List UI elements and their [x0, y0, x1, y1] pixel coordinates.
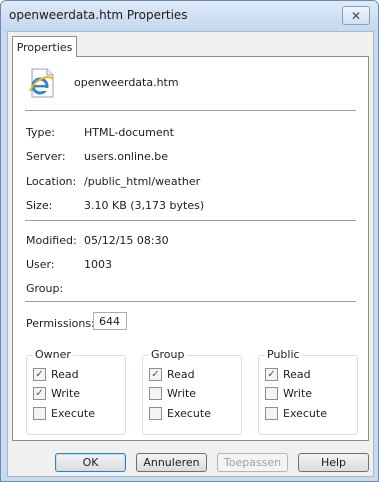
group-execute-checkbox[interactable]: Execute	[149, 407, 211, 420]
help-button[interactable]: Help	[298, 453, 369, 472]
owner-group-title: Owner	[33, 348, 73, 361]
checkbox-checked-icon: ✓	[149, 368, 162, 381]
size-label: Size:	[26, 199, 53, 212]
ok-label: OK	[82, 456, 99, 469]
owner-write-label: Write	[51, 387, 81, 400]
owner-execute-checkbox[interactable]: Execute	[33, 407, 95, 420]
help-label: Help	[320, 456, 347, 469]
checkbox-checked-icon: ✓	[265, 368, 278, 381]
user-value: 1003	[84, 258, 112, 271]
owner-group: Owner ✓ Read ✓ Write Execute	[26, 348, 126, 435]
permissions-value: 644	[99, 314, 120, 328]
tab-label: Properties	[16, 40, 73, 54]
size-value: 3.10 KB (3,173 bytes)	[84, 199, 205, 212]
checkbox-checked-icon: ✓	[33, 368, 46, 381]
apply-label: Toepassen	[223, 456, 282, 469]
close-button[interactable]: ✕	[342, 6, 370, 25]
modified-label: Modified:	[26, 234, 77, 247]
cancel-label: Annuleren	[143, 456, 200, 469]
checkbox-unchecked-icon	[149, 407, 162, 420]
close-icon: ✕	[350, 8, 362, 23]
group-write-label: Write	[167, 387, 197, 400]
dialog-client: Properties openweerdata.htm Type: HTML-d…	[7, 31, 374, 477]
html-file-icon	[29, 68, 54, 98]
owner-execute-label: Execute	[51, 407, 95, 420]
public-read-checkbox[interactable]: ✓ Read	[265, 368, 311, 381]
public-read-label: Read	[283, 368, 311, 381]
properties-dialog: openweerdata.htm Properties ✕ Properties…	[0, 0, 379, 482]
server-value: users.online.be	[84, 150, 169, 163]
separator	[25, 110, 356, 111]
properties-panel: openweerdata.htm Type: HTML-document Ser…	[12, 56, 369, 441]
modified-value: 05/12/15 08:30	[84, 234, 169, 247]
owner-read-label: Read	[51, 368, 79, 381]
cancel-button[interactable]: Annuleren	[136, 453, 207, 472]
checkbox-checked-icon: ✓	[33, 387, 46, 400]
title-bar: openweerdata.htm Properties ✕	[1, 1, 378, 31]
checkbox-unchecked-icon	[33, 407, 46, 420]
group-label: Group:	[26, 282, 64, 295]
checkbox-unchecked-icon	[149, 387, 162, 400]
group-read-label: Read	[167, 368, 195, 381]
location-value: /public_html/weather	[84, 175, 201, 188]
owner-read-checkbox[interactable]: ✓ Read	[33, 368, 79, 381]
apply-button[interactable]: Toepassen	[217, 453, 288, 472]
public-execute-label: Execute	[283, 407, 327, 420]
server-label: Server:	[26, 150, 66, 163]
file-name: openweerdata.htm	[74, 76, 179, 89]
owner-write-checkbox[interactable]: ✓ Write	[33, 387, 80, 400]
permissions-input[interactable]: 644	[93, 312, 127, 330]
type-value: HTML-document	[84, 126, 174, 139]
group-read-checkbox[interactable]: ✓ Read	[149, 368, 195, 381]
group-group-title: Group	[149, 348, 187, 361]
location-label: Location:	[26, 175, 77, 188]
public-group: Public ✓ Read Write Execute	[258, 348, 358, 435]
tab-properties[interactable]: Properties	[12, 36, 77, 57]
public-write-checkbox[interactable]: Write	[265, 387, 312, 400]
permissions-label: Permissions:	[26, 317, 95, 330]
public-write-label: Write	[283, 387, 313, 400]
type-label: Type:	[26, 126, 55, 139]
group-write-checkbox[interactable]: Write	[149, 387, 196, 400]
ok-button[interactable]: OK	[55, 453, 126, 472]
group-execute-label: Execute	[167, 407, 211, 420]
public-execute-checkbox[interactable]: Execute	[265, 407, 327, 420]
separator	[25, 220, 356, 221]
window-title: openweerdata.htm Properties	[9, 8, 188, 22]
group-group: Group ✓ Read Write Execute	[142, 348, 242, 435]
public-group-title: Public	[265, 348, 302, 361]
checkbox-unchecked-icon	[265, 407, 278, 420]
user-label: User:	[26, 258, 55, 271]
checkbox-unchecked-icon	[265, 387, 278, 400]
separator	[25, 301, 356, 302]
